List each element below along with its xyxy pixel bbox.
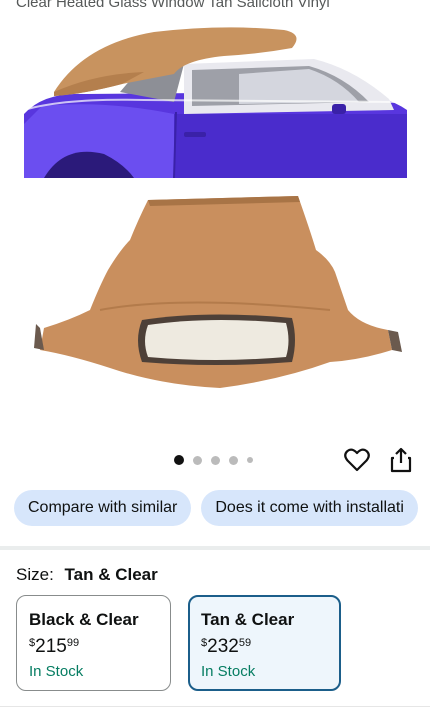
- installation-question-chip[interactable]: Does it come with installati: [201, 490, 418, 526]
- price-whole: 215: [35, 636, 67, 657]
- option-price: $21599: [29, 636, 158, 658]
- size-option-tan-clear[interactable]: Tan & Clear $23259 In Stock: [188, 595, 341, 691]
- product-image-car[interactable]: [24, 14, 407, 178]
- share-button[interactable]: [387, 446, 415, 474]
- carousel-dot[interactable]: [229, 455, 238, 465]
- currency-symbol: $: [29, 637, 36, 649]
- section-divider: [0, 546, 430, 550]
- wishlist-button[interactable]: [343, 446, 371, 474]
- car-illustration: [24, 27, 407, 178]
- carousel-dot[interactable]: [193, 455, 202, 465]
- price-whole: 232: [207, 636, 239, 657]
- image-carousel-dots[interactable]: [174, 455, 253, 465]
- stock-status: In Stock: [201, 663, 256, 680]
- share-icon: [390, 447, 412, 473]
- compare-similar-chip[interactable]: Compare with similar: [14, 490, 192, 526]
- product-image-top[interactable]: [30, 190, 402, 390]
- option-name: Tan & Clear: [201, 610, 295, 629]
- size-label: Size:: [16, 565, 54, 584]
- price-fraction: 59: [238, 637, 252, 649]
- convertible-top-illustration: [34, 196, 402, 388]
- option-name: Black & Clear: [29, 610, 139, 629]
- product-title: Clear Heated Glass Window Tan Sailcloth …: [16, 0, 330, 11]
- size-selector-header: Size: Tan & Clear: [16, 565, 158, 585]
- carousel-dot[interactable]: [211, 455, 220, 465]
- option-price: $23259: [201, 636, 328, 658]
- bottom-divider: [0, 706, 430, 707]
- heart-icon: [344, 448, 370, 472]
- carousel-dot[interactable]: [174, 455, 184, 465]
- question-chips: Compare with similar Does it come with i…: [14, 490, 418, 526]
- price-fraction: 99: [66, 637, 80, 649]
- carousel-dot[interactable]: [247, 457, 253, 463]
- size-selected-value: Tan & Clear: [64, 565, 158, 584]
- size-option-black-clear[interactable]: Black & Clear $21599 In Stock: [16, 595, 171, 691]
- stock-status: In Stock: [29, 663, 84, 680]
- currency-symbol: $: [201, 637, 208, 649]
